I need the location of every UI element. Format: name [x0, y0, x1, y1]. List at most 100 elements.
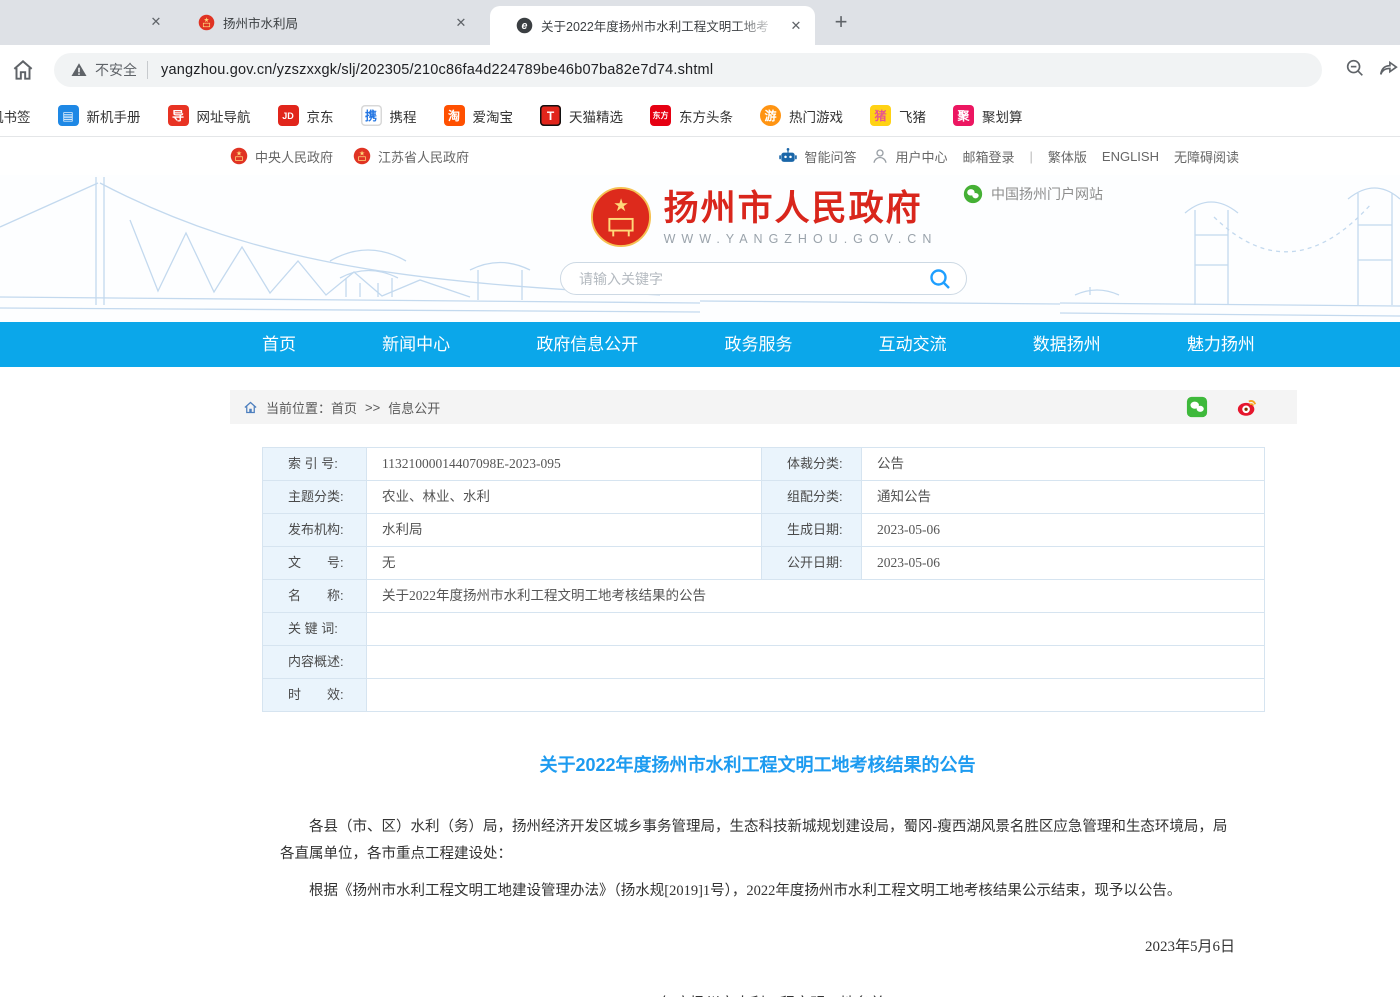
nav-item-2[interactable]: 政府信息公开 [536, 322, 638, 367]
smart-qa-label: 智能问答 [804, 147, 856, 166]
tab-title: 扬州市水利局 [223, 13, 444, 32]
new-tab-button[interactable]: + [826, 8, 856, 38]
zoom-out-icon[interactable] [1344, 57, 1366, 79]
info-label: 主题分类: [263, 481, 367, 514]
breadcrumb-label: 当前位置： [266, 398, 331, 417]
share-wechat-icon[interactable] [1186, 396, 1208, 418]
info-table: 索 引 号:11321000014407098E-2023-095体裁分类:公告… [262, 447, 1265, 712]
share-icon[interactable] [1378, 57, 1400, 79]
bookmark-item[interactable]: 淘爱淘宝 [444, 105, 514, 126]
bookmark-item[interactable]: 导网址导航 [168, 105, 251, 126]
table-row: 发布机构:水利局生成日期:2023-05-06 [263, 514, 1265, 547]
article: 关于2022年度扬州市水利工程文明工地考核结果的公告 各县（市、区）水利（务）局… [230, 751, 1297, 997]
info-label: 生成日期: [762, 514, 862, 547]
article-list-title: 2022年度扬州市水利工程文明工地名单 [280, 992, 1235, 997]
search-icon[interactable] [928, 267, 952, 291]
smart-qa-link[interactable]: 智能问答 [778, 146, 856, 166]
nav-item-3[interactable]: 政务服务 [724, 322, 792, 367]
robot-icon [778, 146, 798, 166]
info-value: 公告 [862, 448, 1265, 481]
info-value: 2023-05-06 [862, 514, 1265, 547]
breadcrumb-section-link[interactable]: 信息公开 [388, 398, 440, 417]
wechat-icon [963, 184, 983, 204]
tmall-icon: T [540, 105, 561, 126]
close-tab-icon[interactable]: ✕ [787, 17, 805, 35]
nav-item-4[interactable]: 互动交流 [879, 322, 947, 367]
bookmark-item[interactable]: 聚聚划算 [953, 105, 1023, 126]
juhuasuan-icon: 聚 [953, 105, 974, 126]
english-link[interactable]: ENGLISH [1102, 149, 1159, 164]
bookmark-item[interactable]: 猪飞猪 [870, 105, 926, 126]
bookmark-item[interactable]: ▤新机手册 [58, 105, 141, 126]
bookmark-item-cutoff[interactable]: 机书签 [0, 106, 31, 126]
main-nav-bar: 首页 新闻中心 政府信息公开 政务服务 互动交流 数据扬州 魅力扬州 [0, 322, 1400, 367]
national-emblem-icon: ★ [353, 147, 371, 165]
mail-login-link[interactable]: 邮箱登录 [962, 147, 1014, 166]
info-value: 农业、林业、水利 [367, 481, 762, 514]
user-center-label: 用户中心 [895, 147, 947, 166]
bookmark-item[interactable]: JD京东 [278, 105, 334, 126]
portal-link[interactable]: 中国扬州门户网站 [963, 184, 1103, 204]
tab-yangzhou-water-bureau[interactable]: ★ 扬州市水利局 ✕ [180, 0, 480, 45]
eastday-icon: 东方 [650, 105, 671, 126]
table-row: 索 引 号:11321000014407098E-2023-095体裁分类:公告 [263, 448, 1265, 481]
bookmark-item[interactable]: 携携程 [361, 105, 417, 126]
article-paragraph: 根据《扬州市水利工程文明工地建设管理办法》（扬水规[2019]1号），2022年… [280, 878, 1235, 905]
national-emblem-icon: ★ [230, 147, 248, 165]
main-nav: 首页 新闻中心 政府信息公开 政务服务 互动交流 数据扬州 魅力扬州 [230, 322, 1297, 367]
info-label: 体裁分类: [762, 448, 862, 481]
share-weibo-icon[interactable] [1236, 396, 1258, 418]
svg-text:★: ★ [204, 17, 210, 24]
bookmark-item[interactable]: T天猫精选 [540, 105, 623, 126]
gov-link-0[interactable]: ★中央人民政府 [230, 147, 333, 166]
search-input[interactable] [579, 271, 928, 287]
divider [147, 61, 148, 79]
nav-item-5[interactable]: 数据扬州 [1033, 322, 1101, 367]
home-icon [243, 400, 258, 415]
site-search [560, 262, 967, 295]
info-value [367, 646, 1265, 679]
security-label[interactable]: 不安全 [95, 60, 137, 80]
nav-item-6[interactable]: 魅力扬州 [1187, 322, 1255, 367]
home-icon[interactable] [10, 57, 36, 83]
gov-links: ★中央人民政府★江苏省人民政府 [230, 147, 469, 166]
user-center-link[interactable]: 用户中心 [871, 147, 947, 166]
taobao-icon: 淘 [444, 105, 465, 126]
breadcrumb-home-link[interactable]: 首页 [331, 398, 357, 417]
nav-item-1[interactable]: 新闻中心 [382, 322, 450, 367]
bookmark-item[interactable]: 东方东方头条 [650, 105, 733, 126]
info-value: 通知公告 [862, 481, 1265, 514]
bookmarks-bar: 机书签 ▤新机手册 导网址导航 JD京东 携携程 淘爱淘宝 T天猫精选 东方东方头条 游热门游… [0, 95, 1400, 137]
bookmark-label: 热门游戏 [789, 106, 843, 126]
accessibility-link[interactable]: 无障碍阅读 [1174, 147, 1239, 166]
bookmark-item[interactable]: 游热门游戏 [760, 105, 843, 126]
bookmark-label: 携程 [390, 106, 417, 126]
bookmark-label: 东方头条 [679, 106, 733, 126]
utility-bar: ★中央人民政府★江苏省人民政府 智能问答 用户中心 邮箱登录 | 繁体版 ENG… [230, 137, 1297, 175]
browser-e-logo-favicon: e [516, 17, 533, 34]
games-icon: 游 [760, 105, 781, 126]
portal-label: 中国扬州门户网站 [991, 184, 1103, 204]
info-value: 2023-05-06 [862, 547, 1265, 580]
traditional-chinese-link[interactable]: 繁体版 [1048, 147, 1087, 166]
bookmark-label: 爱淘宝 [473, 106, 514, 126]
bookmark-label: 聚划算 [982, 106, 1023, 126]
breadcrumb-bar: 当前位置： 首页 >> 信息公开 [230, 390, 1297, 424]
info-value: 11321000014407098E-2023-095 [367, 448, 762, 481]
site-brand: ★ 扬州市人民政府 WWW.YANGZHOU.GOV.CN [230, 186, 1297, 248]
gov-link-label: 江苏省人民政府 [378, 147, 469, 166]
bookmark-label: 飞猪 [899, 106, 926, 126]
info-label: 文 号: [263, 547, 367, 580]
info-value: 水利局 [367, 514, 762, 547]
close-tab-icon[interactable]: ✕ [452, 14, 470, 32]
national-emblem-logo: ★ [590, 186, 652, 248]
gov-link-1[interactable]: ★ 江苏省人民政府 [353, 147, 469, 166]
manual-icon: ▤ [58, 105, 79, 126]
info-label: 名 称: [263, 580, 367, 613]
tab-announcement-active[interactable]: e 关于2022年度扬州市水利工程文明工地考 ✕ [490, 6, 815, 45]
nav-item-0[interactable]: 首页 [262, 322, 296, 367]
url-text[interactable]: yangzhou.gov.cn/yzszxxgk/slj/202305/210c… [161, 62, 713, 78]
table-row: 主题分类:农业、林业、水利组配分类:通知公告 [263, 481, 1265, 514]
close-tab-icon[interactable]: ✕ [147, 13, 165, 31]
address-bar[interactable]: 不安全 yangzhou.gov.cn/yzszxxgk/slj/202305/… [54, 53, 1322, 87]
